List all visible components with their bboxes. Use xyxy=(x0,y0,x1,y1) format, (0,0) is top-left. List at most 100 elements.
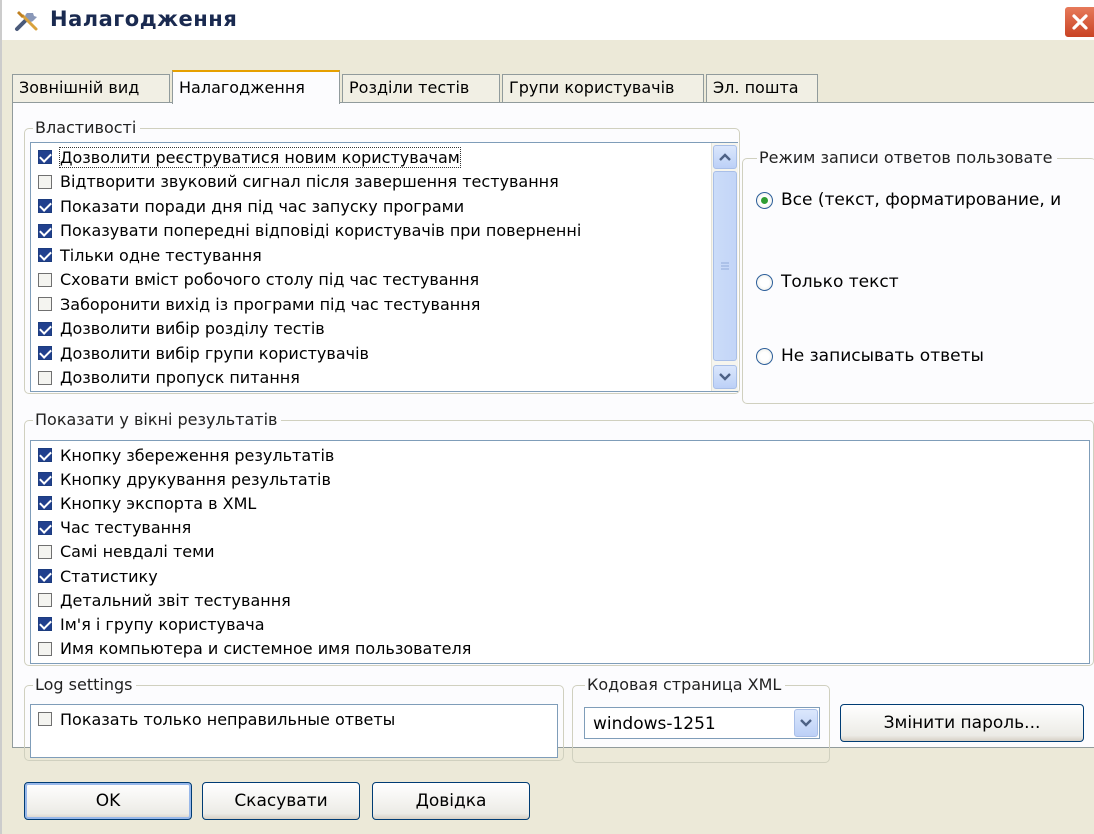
list-item[interactable]: Ім'я і групу користувача xyxy=(31,612,265,636)
list-item[interactable]: Час тестування xyxy=(31,516,191,540)
list-item-label: Самі невдалі теми xyxy=(60,542,215,562)
tab-appearance[interactable]: Зовнішній вид xyxy=(12,74,170,102)
list-item-label: Дозволити вибір розділу тестів xyxy=(60,319,325,339)
checkbox[interactable] xyxy=(38,593,52,608)
list-item-label: Детальний звіт тестування xyxy=(60,590,291,610)
list-item-label: Сховати вміст робочого столу під час тес… xyxy=(60,270,480,290)
list-item[interactable]: Детальний звіт тестування xyxy=(31,588,291,612)
list-item[interactable]: Дозволити реєструватися новим користувач… xyxy=(31,145,461,170)
radio-none[interactable]: Не записывать ответы xyxy=(756,346,984,366)
xml-codepage-select[interactable]: windows-1251 xyxy=(584,707,820,739)
results-list[interactable]: Кнопку збереження результатів Кнопку друк… xyxy=(30,440,1090,664)
list-item[interactable]: Кнопку збереження результатів xyxy=(31,443,334,467)
checkbox[interactable] xyxy=(38,272,52,287)
checkbox[interactable] xyxy=(38,346,52,361)
list-item-label: Дозволити реєструватися новим користувач… xyxy=(59,146,461,168)
results-legend: Показати у вікні результатів xyxy=(33,410,282,429)
list-item[interactable]: Показувати попередні відповіді користува… xyxy=(31,219,581,244)
list-item-label: Заборонити вихід із програми під час тес… xyxy=(60,294,481,314)
radio-all-label: Все (текст, форматирование, и xyxy=(781,190,1062,210)
answer-mode-legend: Режим записи ответов пользовате xyxy=(757,148,1057,167)
title-bar[interactable]: Налагодження xyxy=(2,0,1094,40)
checkbox[interactable] xyxy=(38,370,52,385)
chevron-down-icon xyxy=(800,719,812,727)
list-item[interactable]: Имя компьютера и системное имя пользоват… xyxy=(31,637,471,661)
list-item[interactable]: Відтворити звуковий сигнал після заверше… xyxy=(31,170,559,195)
list-item-label: Показать только неправильные ответы xyxy=(60,709,396,729)
properties-scrollbar[interactable] xyxy=(711,143,738,391)
list-item-label: Кнопку экспорта в XML xyxy=(60,493,257,513)
grip-icon xyxy=(721,262,729,270)
close-icon xyxy=(1072,14,1088,30)
list-item[interactable]: Тільки одне тестування xyxy=(31,243,262,268)
scroll-thumb[interactable] xyxy=(713,171,737,361)
list-item[interactable]: Показати поради дня під час запуску прог… xyxy=(31,194,464,219)
chevron-down-icon xyxy=(719,373,731,381)
list-item-label: Статистику xyxy=(60,566,158,586)
log-settings-list[interactable]: Показать только неправильные ответы xyxy=(30,704,558,758)
chevron-up-icon xyxy=(719,153,731,161)
radio-button[interactable] xyxy=(756,273,773,291)
radio-text-only[interactable]: Только текст xyxy=(756,272,899,292)
checkbox[interactable] xyxy=(38,641,52,656)
list-item[interactable]: Дозволити пропуск питання xyxy=(31,366,300,391)
log-settings-legend: Log settings xyxy=(33,675,137,694)
properties-legend: Властивості xyxy=(33,118,141,137)
tools-icon xyxy=(14,8,40,32)
ok-button[interactable]: OK xyxy=(24,782,192,820)
scroll-up-button[interactable] xyxy=(713,145,737,169)
tab-email[interactable]: Эл. пошта xyxy=(706,74,818,102)
list-item-label: Кнопку друкування результатів xyxy=(60,469,331,489)
checkbox[interactable] xyxy=(38,321,52,336)
dropdown-button[interactable] xyxy=(794,709,818,737)
list-item[interactable]: Статистику xyxy=(31,564,158,588)
checkbox[interactable] xyxy=(38,712,52,726)
list-item-label: Тільки одне тестування xyxy=(60,245,262,265)
change-password-button[interactable]: Змінити пароль... xyxy=(840,704,1084,742)
window-title: Налагодження xyxy=(50,7,238,31)
checkbox[interactable] xyxy=(38,496,52,511)
checkbox[interactable] xyxy=(38,199,52,214)
properties-list[interactable]: Дозволити реєструватися новим користувач… xyxy=(30,142,738,392)
radio-button[interactable] xyxy=(756,191,773,209)
checkbox[interactable] xyxy=(38,569,52,584)
list-item[interactable]: Показать только неправильные ответы xyxy=(31,707,395,731)
checkbox[interactable] xyxy=(38,448,52,463)
list-item[interactable]: Дозволити вибір групи користувачів xyxy=(31,341,369,366)
list-item-label: Відтворити звуковий сигнал після заверше… xyxy=(60,172,559,192)
cancel-button[interactable]: Скасувати xyxy=(202,782,360,820)
checkbox[interactable] xyxy=(38,150,52,165)
list-item-label: Показувати попередні відповіді користува… xyxy=(60,221,582,241)
tab-test-sections[interactable]: Розділи тестів xyxy=(342,74,500,102)
checkbox[interactable] xyxy=(38,297,52,312)
checkbox[interactable] xyxy=(38,472,52,487)
checkbox[interactable] xyxy=(38,248,52,263)
radio-all[interactable]: Все (текст, форматирование, и xyxy=(756,190,1061,210)
list-item-label: Имя компьютера и системное имя пользоват… xyxy=(60,639,472,659)
list-item[interactable]: Кнопку экспорта в XML xyxy=(31,491,256,515)
list-item[interactable]: Самі невдалі теми xyxy=(31,540,215,564)
tab-user-groups[interactable]: Групи користувачів xyxy=(502,74,704,102)
checkbox[interactable] xyxy=(38,223,52,238)
radio-none-label: Не записывать ответы xyxy=(781,346,984,366)
scroll-down-button[interactable] xyxy=(713,365,737,389)
list-item[interactable]: Дозволити вибір розділу тестів xyxy=(31,317,325,342)
radio-button[interactable] xyxy=(756,347,773,365)
list-item-label: Дозволити пропуск питання xyxy=(60,368,300,388)
checkbox[interactable] xyxy=(38,174,52,189)
xml-codepage-value: windows-1251 xyxy=(593,714,716,734)
xml-codepage-legend: Кодовая страница XML xyxy=(585,675,786,694)
list-item[interactable]: Сховати вміст робочого столу під час тес… xyxy=(31,268,479,293)
help-button[interactable]: Довідка xyxy=(372,782,530,820)
checkbox[interactable] xyxy=(38,520,52,535)
list-item[interactable]: Кнопку друкування результатів xyxy=(31,467,331,491)
list-item-label: Показати поради дня під час запуску прог… xyxy=(60,196,465,216)
checkbox[interactable] xyxy=(38,544,52,559)
list-item-label: Кнопку збереження результатів xyxy=(60,445,335,465)
list-item[interactable]: Заборонити вихід із програми під час тес… xyxy=(31,292,480,317)
list-item-label: Час тестування xyxy=(60,518,192,538)
list-item-label: Дозволити вибір групи користувачів xyxy=(60,343,369,363)
tab-settings[interactable]: Налагодження xyxy=(172,70,340,104)
close-button[interactable] xyxy=(1064,6,1094,38)
checkbox[interactable] xyxy=(38,617,52,632)
